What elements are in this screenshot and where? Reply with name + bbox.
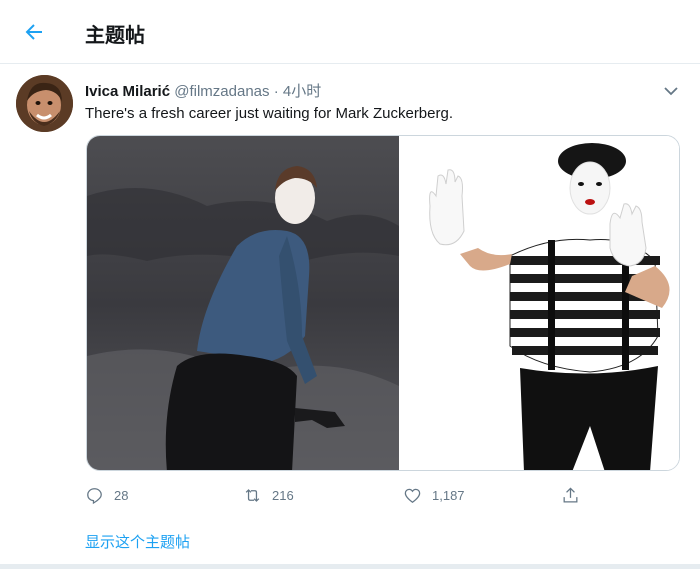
tweet-actions: 28 216 1,187 xyxy=(85,482,605,508)
section-divider xyxy=(0,564,700,569)
tweet-menu-button[interactable] xyxy=(662,82,680,100)
reply-count: 28 xyxy=(114,487,129,503)
avatar-image xyxy=(16,75,73,132)
page-title: 主题帖 xyxy=(85,25,145,47)
author-name[interactable]: Ivica Milarić xyxy=(85,83,170,100)
reply-button[interactable]: 28 xyxy=(85,482,128,508)
photo-mime-costume xyxy=(400,136,679,470)
back-button[interactable] xyxy=(22,20,46,44)
like-count: 1,187 xyxy=(432,487,465,503)
retweet-button[interactable]: 216 xyxy=(243,482,294,508)
media-image-right[interactable] xyxy=(400,136,679,470)
retweet-count: 216 xyxy=(272,487,294,503)
tweet-text: There's a fresh career just waiting for … xyxy=(85,105,453,122)
chevron-down-icon xyxy=(664,87,678,96)
photo-person-in-blue-shirt xyxy=(87,136,399,470)
show-thread-link[interactable]: 显示这个主题帖 xyxy=(85,531,190,552)
share-icon xyxy=(563,486,578,502)
arrow-left-icon xyxy=(25,24,42,40)
author-handle[interactable]: @filmzadanas xyxy=(174,83,269,100)
top-bar: 主题帖 xyxy=(0,0,700,64)
media-image-left[interactable] xyxy=(87,136,399,470)
tweet-header: Ivica Milarić @filmzadanas · 4小时 xyxy=(85,80,321,101)
heart-icon xyxy=(404,488,421,503)
tweet-media[interactable] xyxy=(86,135,680,471)
avatar[interactable] xyxy=(16,75,73,132)
tweet[interactable]: Ivica Milarić @filmzadanas · 4小时 There's… xyxy=(0,64,700,569)
share-button[interactable] xyxy=(561,482,580,508)
separator-dot: · xyxy=(273,83,279,100)
tweet-time[interactable]: 4小时 xyxy=(283,83,321,100)
like-button[interactable]: 1,187 xyxy=(403,482,465,508)
reply-icon xyxy=(87,487,102,504)
retweet-icon xyxy=(245,488,260,502)
